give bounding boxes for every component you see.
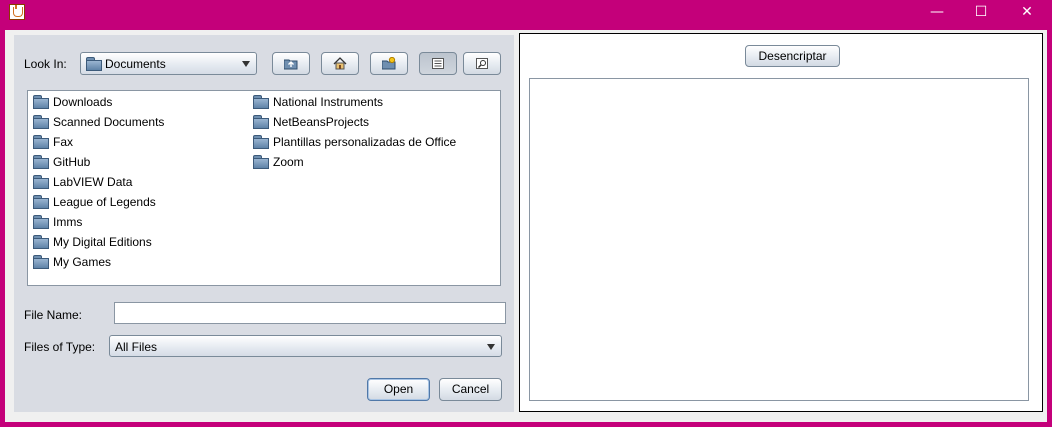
folder-icon — [253, 115, 269, 129]
details-view-button[interactable] — [463, 52, 501, 75]
file-item-label: Imms — [53, 215, 83, 229]
output-text-area[interactable] — [529, 78, 1029, 401]
home-button[interactable] — [321, 52, 359, 75]
list-view-button[interactable] — [419, 52, 457, 75]
file-item-label: League of Legends — [53, 195, 156, 209]
close-button[interactable]: ✕ — [1004, 0, 1050, 25]
decrypt-button[interactable]: Desencriptar — [745, 45, 840, 67]
maximize-icon: ☐ — [974, 4, 988, 20]
look-in-label: Look In: — [24, 57, 67, 71]
folder-icon — [253, 135, 269, 149]
java-app-icon — [9, 4, 25, 20]
look-in-combo[interactable]: Documents — [80, 52, 257, 75]
maximize-button[interactable]: ☐ — [958, 0, 1004, 25]
decrypt-panel: Desencriptar — [519, 33, 1043, 412]
new-folder-button[interactable] — [370, 52, 408, 75]
list-item[interactable]: League of Legends — [33, 193, 156, 211]
file-item-label: My Games — [53, 255, 112, 269]
file-item-label: Plantillas personalizadas de Office — [273, 135, 457, 149]
list-item[interactable]: Zoom — [253, 153, 304, 171]
folder-icon — [33, 215, 49, 229]
up-one-level-button[interactable] — [272, 52, 310, 75]
files-of-type-combo[interactable]: All Files — [109, 335, 502, 357]
folder-icon — [33, 255, 49, 269]
minimize-icon: — — [930, 4, 944, 20]
folder-icon — [33, 115, 49, 129]
list-item[interactable]: NetBeansProjects — [253, 113, 369, 131]
up-one-level-icon — [284, 59, 298, 70]
chevron-down-icon — [485, 339, 498, 355]
details-view-icon — [476, 58, 488, 69]
list-item[interactable]: Plantillas personalizadas de Office — [253, 133, 456, 151]
file-item-label: Fax — [53, 135, 74, 149]
list-item[interactable]: GitHub — [33, 153, 90, 171]
title-bar: — ☐ ✕ — [0, 0, 1052, 25]
new-folder-icon — [382, 57, 396, 70]
file-name-field[interactable] — [114, 302, 506, 324]
file-item-label: Zoom — [273, 155, 304, 169]
folder-icon — [33, 95, 49, 109]
folder-icon — [33, 175, 49, 189]
window-content: Look In: Documents Downloads Scanned Doc… — [5, 30, 1047, 422]
list-item[interactable]: Downloads — [33, 93, 112, 111]
file-item-label: National Instruments — [273, 95, 384, 109]
list-item[interactable]: Scanned Documents — [33, 113, 164, 131]
folder-icon — [253, 95, 269, 109]
file-item-label: Downloads — [53, 95, 113, 109]
file-item-label: My Digital Editions — [53, 235, 152, 249]
chevron-down-icon — [240, 56, 253, 72]
close-icon: ✕ — [1021, 4, 1033, 20]
minimize-button[interactable]: — — [914, 0, 960, 25]
files-of-type-value: All Files — [115, 340, 158, 354]
app-window: — ☐ ✕ Look In: Documents Downloads Scann… — [0, 0, 1052, 427]
cancel-button[interactable]: Cancel — [439, 378, 502, 401]
list-item[interactable]: Imms — [33, 213, 82, 231]
list-view-icon — [432, 58, 444, 69]
folder-icon — [86, 57, 102, 71]
file-name-label: File Name: — [24, 308, 83, 322]
folder-icon — [33, 135, 49, 149]
file-list[interactable]: Downloads Scanned Documents Fax GitHub L… — [27, 90, 501, 286]
file-item-label: Scanned Documents — [53, 115, 165, 129]
file-item-label: GitHub — [53, 155, 91, 169]
list-item[interactable]: My Games — [33, 253, 111, 271]
folder-icon — [253, 155, 269, 169]
folder-icon — [33, 155, 49, 169]
file-chooser: Look In: Documents Downloads Scanned Doc… — [14, 35, 514, 412]
files-of-type-label: Files of Type: — [24, 340, 96, 354]
home-icon — [333, 57, 347, 70]
folder-icon — [33, 195, 49, 209]
open-button[interactable]: Open — [367, 378, 430, 401]
list-item[interactable]: My Digital Editions — [33, 233, 152, 251]
list-item[interactable]: Fax — [33, 133, 73, 151]
file-item-label: LabVIEW Data — [53, 175, 133, 189]
list-item[interactable]: LabVIEW Data — [33, 173, 132, 191]
look-in-value: Documents — [105, 57, 166, 71]
file-item-label: NetBeansProjects — [273, 115, 370, 129]
folder-icon — [33, 235, 49, 249]
list-item[interactable]: National Instruments — [253, 93, 383, 111]
